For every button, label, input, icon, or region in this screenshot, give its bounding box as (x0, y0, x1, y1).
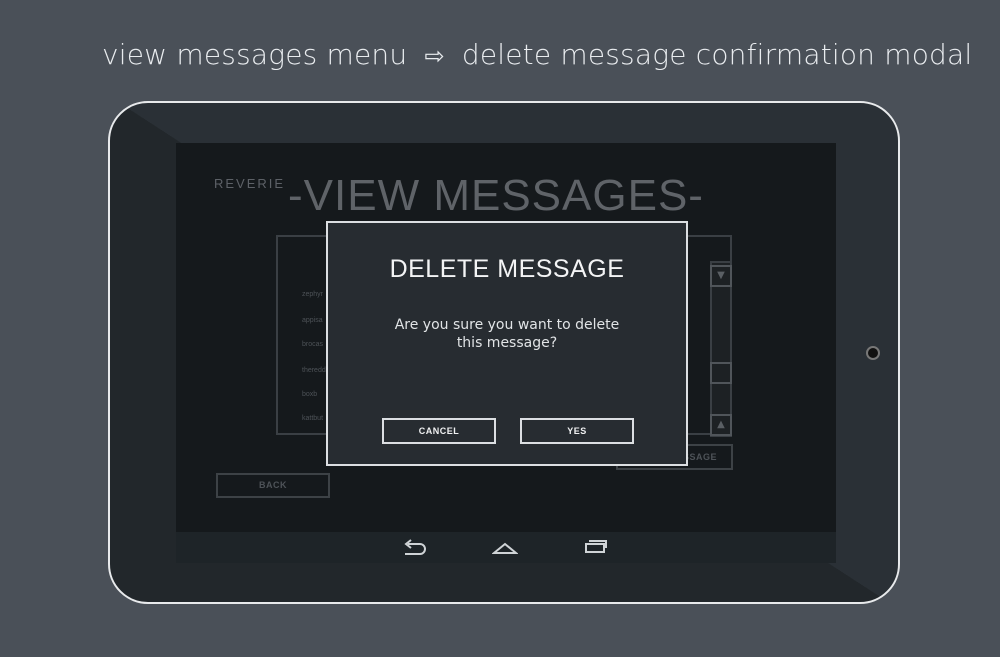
cancel-button[interactable]: CANCEL (382, 418, 496, 444)
list-item[interactable]: brocas (302, 341, 323, 348)
app-brand: REVERIE (214, 176, 286, 191)
tablet-screen: REVERIE -VIEW MESSAGES- zephyr appisa br… (176, 143, 836, 563)
list-item[interactable]: boxb (302, 391, 317, 398)
caption-to: delete message confirmation modal (461, 38, 973, 71)
list-item[interactable]: theredd (302, 367, 326, 374)
page-caption: view messages menu ⇨ delete message conf… (102, 38, 972, 71)
list-item[interactable]: zephyr (302, 291, 323, 298)
modal-title: DELETE MESSAGE (389, 255, 625, 283)
modal-body-text: Are you sure you want to delete this mes… (394, 317, 620, 351)
yes-button[interactable]: YES (520, 418, 634, 444)
tablet-frame: REVERIE -VIEW MESSAGES- zephyr appisa br… (108, 101, 900, 604)
delete-message-modal: DELETE MESSAGE Are you sure you want to … (326, 221, 688, 466)
list-item[interactable]: kattbut (302, 415, 323, 422)
page-title: -VIEW MESSAGES- (288, 171, 704, 220)
scroll-down-button[interactable]: ▼ (710, 265, 732, 287)
home-icon[interactable] (492, 538, 518, 556)
scrollbar-thumb[interactable] (710, 362, 732, 384)
caption-from: view messages menu (102, 38, 408, 71)
arrow-right-icon: ⇨ (424, 42, 445, 70)
back-button[interactable]: BACK (216, 473, 330, 498)
camera-icon (866, 346, 880, 360)
scrollbar-track[interactable] (710, 261, 732, 437)
android-navbar (176, 532, 836, 563)
recent-apps-icon[interactable] (582, 538, 608, 556)
scroll-up-button[interactable]: ▲ (710, 414, 732, 436)
list-item[interactable]: appisa (302, 317, 323, 324)
back-icon[interactable] (402, 538, 428, 556)
